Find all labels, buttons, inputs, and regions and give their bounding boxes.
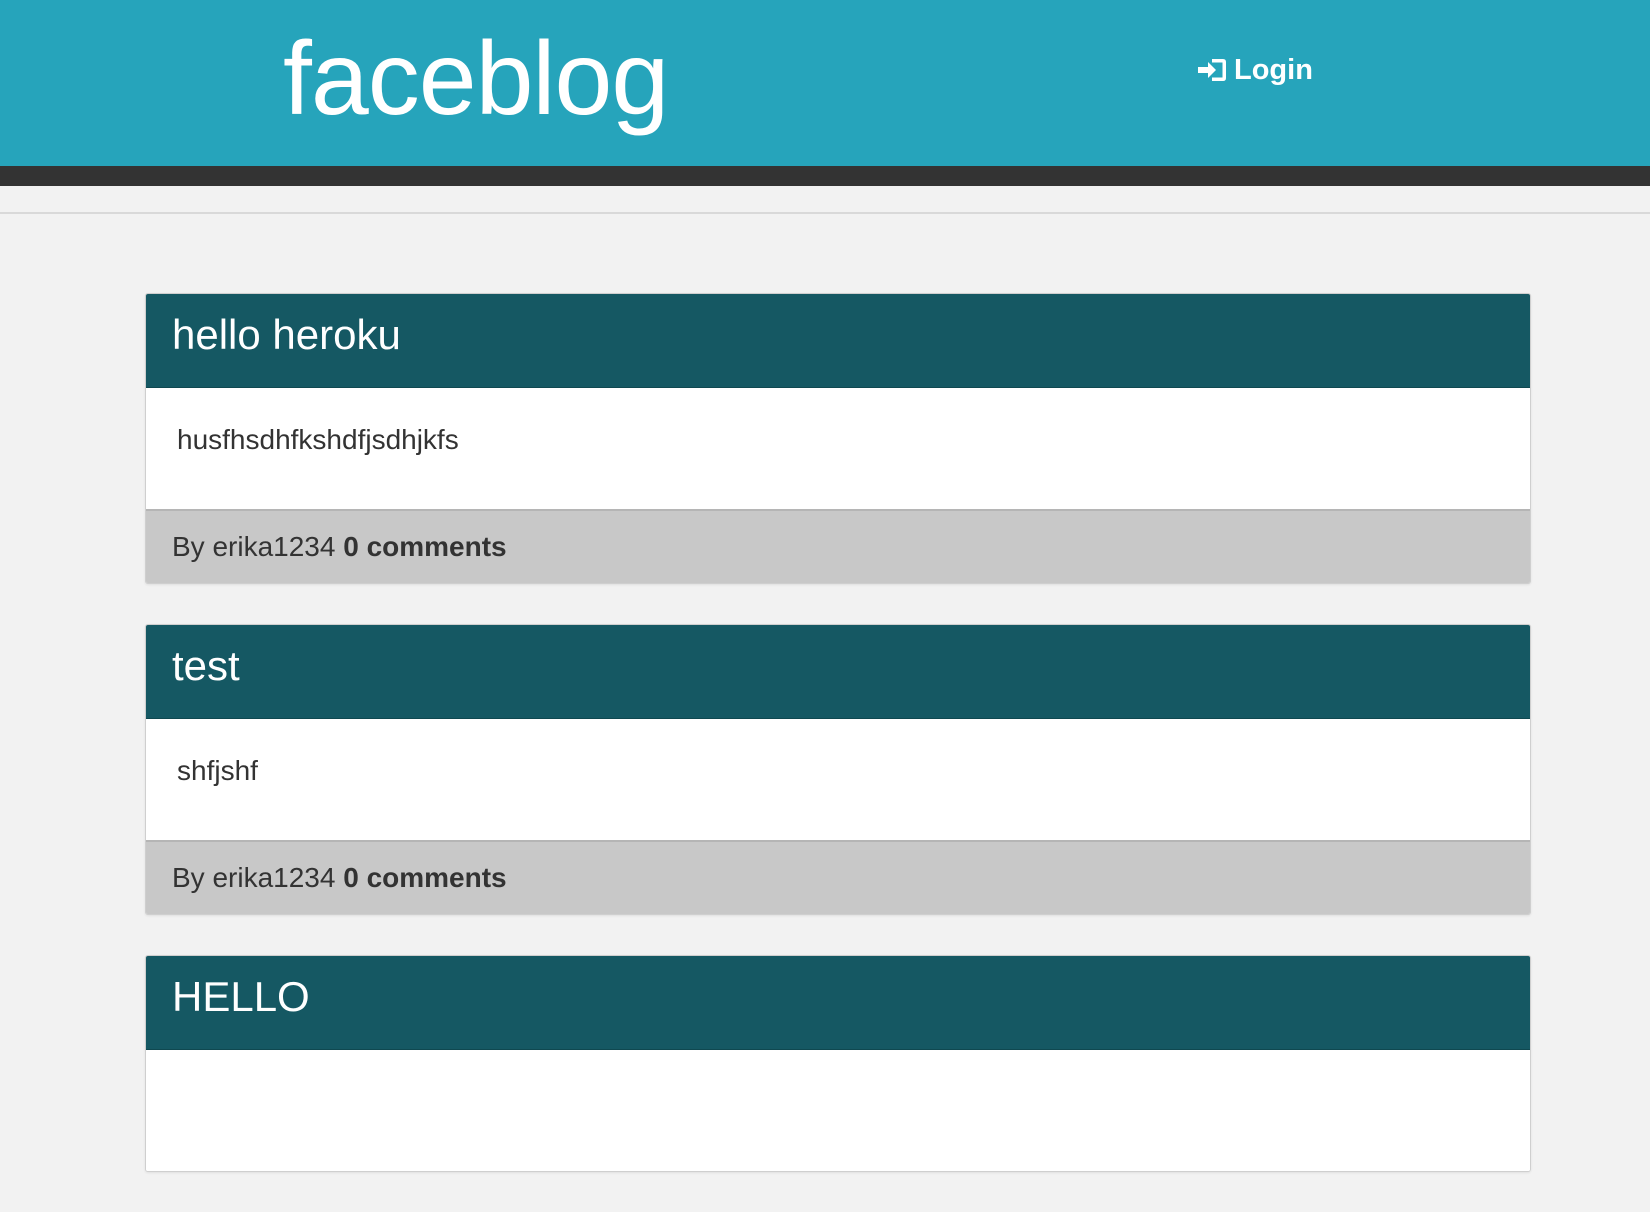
site-brand-link[interactable]: faceblog — [283, 14, 669, 144]
login-label: Login — [1234, 53, 1313, 86]
post-title[interactable]: hello heroku — [172, 308, 401, 362]
post-body — [146, 1050, 1530, 1171]
post-meta: By erika1234 0 comments — [172, 529, 507, 565]
page-rule — [0, 212, 1650, 214]
post-header: test — [146, 625, 1530, 719]
post-by-label: By — [172, 862, 205, 893]
post-body: shfjshf — [146, 719, 1530, 840]
login-link[interactable]: Login — [1196, 50, 1313, 90]
post-list: hello heroku husfhsdhfkshdfjsdhjkfs By e… — [145, 293, 1531, 1212]
post-header: hello heroku — [146, 294, 1530, 388]
post-card: HELLO — [145, 955, 1531, 1172]
post-by-label: By — [172, 531, 205, 562]
post-comments-link[interactable]: 0 comments — [343, 531, 506, 562]
post-meta: By erika1234 0 comments — [172, 860, 507, 896]
post-title[interactable]: HELLO — [172, 970, 310, 1024]
post-comments-link[interactable]: 0 comments — [343, 862, 506, 893]
header-divider-bar — [0, 166, 1650, 186]
post-footer: By erika1234 0 comments — [146, 840, 1530, 914]
site-header: faceblog Login — [0, 0, 1650, 166]
post-header: HELLO — [146, 956, 1530, 1050]
post-author: erika1234 — [212, 862, 336, 893]
post-body: husfhsdhfkshdfjsdhjkfs — [146, 388, 1530, 509]
post-footer: By erika1234 0 comments — [146, 509, 1530, 583]
post-card: test shfjshf By erika1234 0 comments — [145, 624, 1531, 915]
post-text: husfhsdhfkshdfjsdhjkfs — [177, 424, 459, 455]
post-card: hello heroku husfhsdhfkshdfjsdhjkfs By e… — [145, 293, 1531, 584]
post-text: shfjshf — [177, 755, 258, 786]
post-author: erika1234 — [212, 531, 336, 562]
sign-in-icon — [1198, 59, 1226, 81]
post-title[interactable]: test — [172, 639, 240, 693]
